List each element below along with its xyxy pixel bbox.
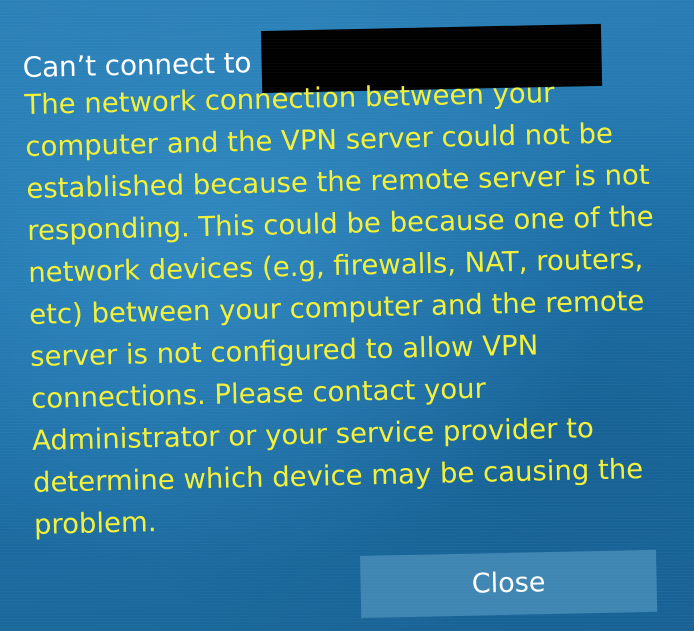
error-message: The network connection between your comp… [24,69,680,546]
vpn-error-dialog: Can’t connect to The network connection … [0,0,694,631]
close-button[interactable]: Close [360,549,658,618]
dialog-title: Can’t connect to [22,45,252,84]
